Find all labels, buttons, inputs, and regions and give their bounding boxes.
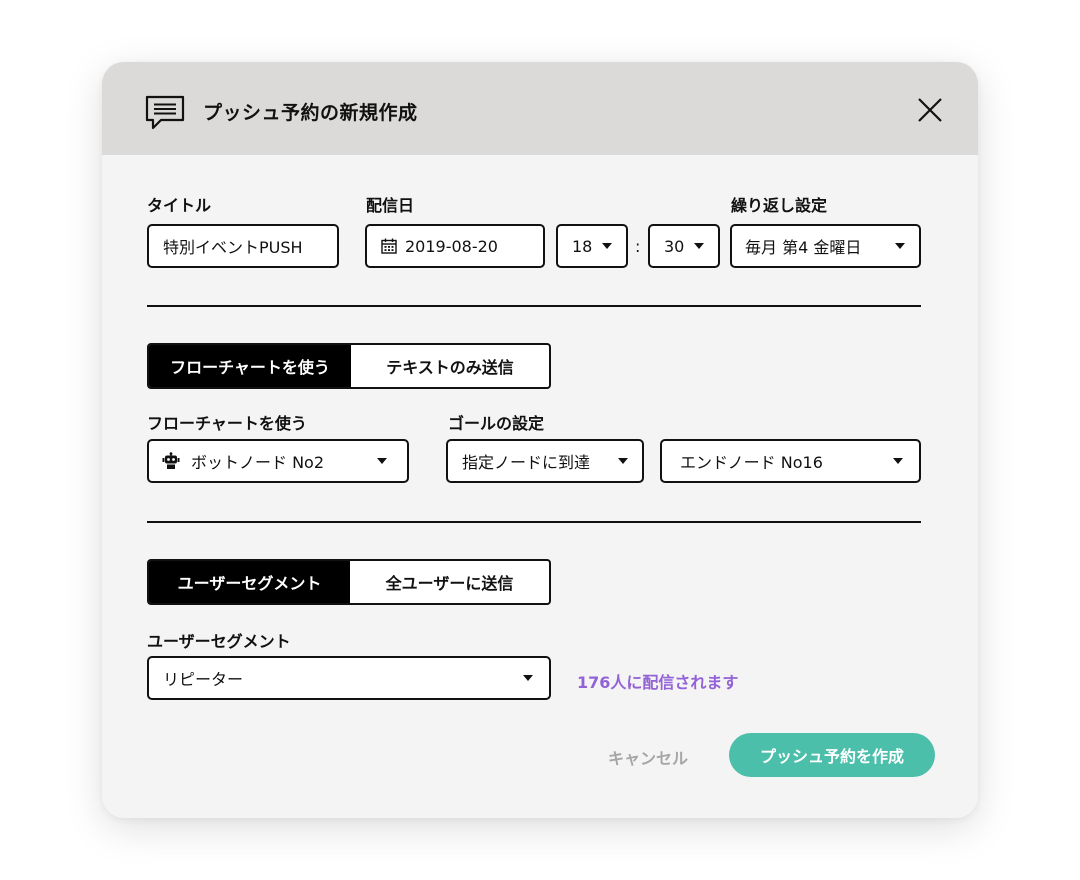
divider xyxy=(147,305,921,307)
dialog-title: プッシュ予約の新規作成 xyxy=(203,102,418,124)
dialog-header: プッシュ予約の新規作成 xyxy=(102,62,978,155)
hour-value: 18 xyxy=(572,236,593,256)
hour-select[interactable]: 18 xyxy=(556,224,628,268)
divider xyxy=(147,521,921,523)
chevron-down-icon xyxy=(602,243,612,249)
robot-icon xyxy=(162,452,180,469)
tab-text-only[interactable]: テキストのみ送信 xyxy=(351,345,549,387)
create-push-button[interactable]: プッシュ予約を作成 xyxy=(729,733,935,777)
cancel-button[interactable]: キャンセル xyxy=(608,745,688,769)
goal-label: ゴールの設定 xyxy=(448,414,545,433)
push-reservation-dialog: プッシュ予約の新規作成 タイトル 特別イベントPUSH 配信日 2019-08-… xyxy=(102,62,978,818)
audience-mode-toggle: ユーザーセグメント 全ユーザーに送信 xyxy=(147,559,551,605)
tab-use-flowchart[interactable]: フローチャートを使う xyxy=(149,345,351,387)
date-picker[interactable]: 2019-08-20 xyxy=(365,224,545,268)
chevron-down-icon xyxy=(694,243,704,249)
calendar-icon xyxy=(381,238,397,254)
title-input-value: 特別イベントPUSH xyxy=(163,238,303,257)
repeat-label: 繰り返し設定 xyxy=(731,196,828,215)
goal-node-select[interactable]: エンドノード No16 xyxy=(660,439,921,483)
tab-user-segment[interactable]: ユーザーセグメント xyxy=(149,561,350,603)
title-input[interactable]: 特別イベントPUSH xyxy=(147,224,339,268)
chevron-down-icon xyxy=(377,458,387,464)
date-label: 配信日 xyxy=(366,196,415,215)
repeat-select[interactable]: 毎月 第4 金曜日 xyxy=(730,224,921,268)
goal-type-select[interactable]: 指定ノードに到達 xyxy=(446,439,644,483)
flowchart-label: フローチャートを使う xyxy=(147,414,307,433)
repeat-value: 毎月 第4 金曜日 xyxy=(745,238,862,257)
flowchart-value: ボットノード No2 xyxy=(191,453,325,472)
segment-value: リピーター xyxy=(163,670,244,689)
minute-value: 30 xyxy=(664,236,685,256)
flowchart-select[interactable]: ボットノード No2 xyxy=(147,439,409,483)
title-label: タイトル xyxy=(147,196,212,215)
recipients-info: 176人に配信されます xyxy=(577,673,739,692)
date-value: 2019-08-20 xyxy=(405,236,498,256)
time-separator: : xyxy=(635,237,641,256)
chevron-down-icon xyxy=(618,458,628,464)
segment-label: ユーザーセグメント xyxy=(147,632,291,651)
chevron-down-icon xyxy=(523,675,533,681)
chevron-down-icon xyxy=(893,458,903,464)
chevron-down-icon xyxy=(895,243,905,249)
tab-all-users[interactable]: 全ユーザーに送信 xyxy=(350,561,549,603)
flow-mode-toggle: フローチャートを使う テキストのみ送信 xyxy=(147,343,551,389)
chat-message-icon xyxy=(145,95,185,130)
goal-type-value: 指定ノードに到達 xyxy=(462,453,591,472)
segment-select[interactable]: リピーター xyxy=(147,656,551,700)
minute-select[interactable]: 30 xyxy=(648,224,720,268)
goal-node-value: エンドノード No16 xyxy=(680,453,823,472)
close-icon[interactable] xyxy=(917,97,943,123)
